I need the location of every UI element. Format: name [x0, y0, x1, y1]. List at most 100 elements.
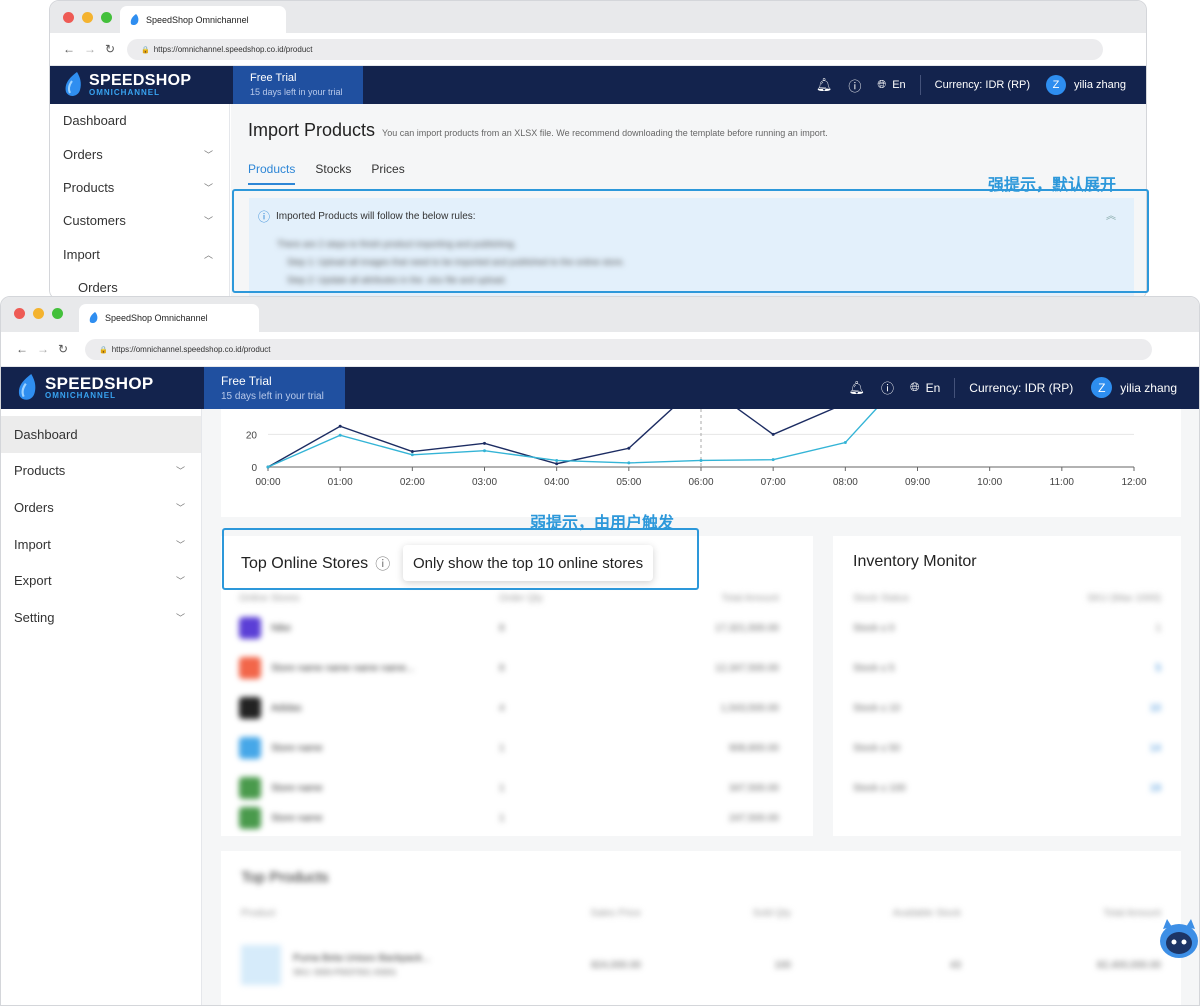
col-order-qty[interactable]: Order Qty: [499, 593, 599, 604]
sku-count[interactable]: 5: [1155, 663, 1161, 674]
col-available-stock[interactable]: Available Stock: [791, 908, 961, 919]
trial-banner[interactable]: Free Trial 15 days left in your trial: [233, 66, 363, 104]
trial-banner[interactable]: Free Trial 15 days left in your trial: [204, 367, 345, 409]
minimize-dot[interactable]: [82, 12, 93, 23]
series-point: [555, 462, 559, 466]
currency-label[interactable]: Currency: IDR (RP): [969, 381, 1073, 395]
chevron-down-icon[interactable]: ﹀: [204, 148, 213, 161]
mascot-helper-icon[interactable]: [1157, 915, 1200, 961]
sku-count[interactable]: 19: [1150, 783, 1161, 794]
bell-icon[interactable]: 🔔︎: [816, 77, 833, 93]
speedshop-logo[interactable]: SPEEDSHOP OMNICHANNEL: [17, 374, 154, 402]
sidebar-item-orders[interactable]: Orders ﹀: [1, 489, 201, 526]
reload-icon[interactable]: ↻: [58, 342, 68, 356]
url-field[interactable]: 🔒 https://omnichannel.speedshop.co.id/pr…: [127, 39, 1103, 60]
bell-icon[interactable]: 🔔︎: [848, 380, 865, 396]
speedshop-logo[interactable]: SPEEDSHOP OMNICHANNEL: [64, 72, 191, 98]
forward-icon[interactable]: →: [84, 42, 96, 56]
sidebar-item-dashboard[interactable]: Dashboard: [50, 104, 229, 137]
col-sold-qty[interactable]: Sold Qty: [641, 908, 791, 919]
col-sales-price[interactable]: Sales Price: [541, 908, 641, 919]
table-row[interactable]: Stock ≤ 10 10: [853, 688, 1161, 728]
close-dot[interactable]: [63, 12, 74, 23]
sidebar-item-customers[interactable]: Customers ﹀: [50, 204, 229, 237]
chevron-down-icon[interactable]: ﹀: [176, 464, 185, 477]
table-row[interactable]: Stock ≤ 0 1: [853, 608, 1161, 648]
user-name[interactable]: yilia zhang: [1074, 79, 1126, 91]
x-tick-label: 09:00: [905, 477, 930, 488]
chevron-up-icon[interactable]: ︿: [204, 248, 213, 261]
reload-icon[interactable]: ↻: [105, 42, 115, 56]
browser-tab[interactable]: SpeedShop Omnichannel: [120, 6, 286, 33]
table-row[interactable]: Store name 1 908,800.00: [239, 728, 799, 768]
forward-icon[interactable]: →: [37, 342, 49, 356]
chevron-down-icon[interactable]: ﹀: [176, 574, 185, 587]
globe-icon[interactable]: 🌐︎: [877, 79, 886, 92]
browser-tab[interactable]: SpeedShop Omnichannel: [79, 304, 259, 332]
table-row[interactable]: Store name 1 247,500.00: [239, 807, 799, 829]
store-logo: [239, 617, 261, 639]
store-name: Nike: [271, 622, 292, 634]
address-bar-row: ← → ↻ 🔒 https://omnichannel.speedshop.co…: [1, 332, 1199, 367]
sku-count[interactable]: 14: [1150, 743, 1161, 754]
minimize-dot[interactable]: [33, 308, 44, 319]
sidebar-item-setting[interactable]: Setting ﹀: [1, 599, 201, 636]
table-row[interactable]: Adidas 4 1,543,500.00: [239, 688, 799, 728]
x-tick-label: 11:00: [1050, 477, 1075, 488]
chevron-down-icon[interactable]: ﹀: [176, 501, 185, 514]
sidebar-item-label: Orders: [78, 280, 118, 296]
product-sku: SKU: 0000-P0037001-X0001: [293, 968, 397, 977]
globe-icon[interactable]: 🌐︎: [910, 380, 920, 395]
tab-products[interactable]: Products: [248, 162, 296, 185]
table-row[interactable]: Nike 8 17,321,500.00: [239, 608, 799, 648]
sidebar-item-dashboard[interactable]: Dashboard: [1, 416, 201, 453]
back-icon[interactable]: ←: [63, 42, 75, 56]
chevron-down-icon[interactable]: ﹀: [204, 181, 213, 194]
language-switch[interactable]: En: [926, 381, 941, 395]
maximize-dot[interactable]: [52, 308, 63, 319]
help-icon[interactable]: ⓘ: [848, 76, 861, 95]
col-online-stores[interactable]: Online Stores: [239, 593, 499, 604]
table-row[interactable]: Stock ≤ 50 14: [853, 728, 1161, 768]
table-row[interactable]: Store name 1 347,500.00: [239, 768, 799, 808]
language-switch[interactable]: En: [892, 79, 905, 91]
help-icon[interactable]: ⓘ: [881, 378, 894, 397]
chevron-down-icon[interactable]: ﹀: [176, 538, 185, 551]
chevron-down-icon[interactable]: ﹀: [204, 214, 213, 227]
sidebar-item-import[interactable]: Import ︿: [50, 238, 229, 271]
store-logo: [239, 737, 261, 759]
maximize-dot[interactable]: [101, 12, 112, 23]
table-row[interactable]: Store name name name name... 8 12,347,500.…: [239, 648, 799, 688]
table-row[interactable]: Puma Beta Unisex Backpack... SKU: 0000-P…: [241, 935, 1161, 995]
series-line-2: [267, 394, 890, 468]
currency-label[interactable]: Currency: IDR (RP): [935, 79, 1030, 91]
app-header: SPEEDSHOP OMNICHANNEL Free Trial 15 days…: [50, 66, 1146, 104]
sidebar-item-export[interactable]: Export ﹀: [1, 562, 201, 599]
tab-stocks[interactable]: Stocks: [315, 162, 351, 185]
tab-prices[interactable]: Prices: [371, 162, 404, 185]
trial-days: 15 days left in your trial: [250, 87, 343, 97]
store-logo: [239, 657, 261, 679]
table-row[interactable]: Stock ≤ 100 19: [853, 768, 1161, 808]
sidebar-item-import[interactable]: Import ﹀: [1, 526, 201, 563]
col-total-amount[interactable]: Total Amount: [961, 908, 1161, 919]
avatar[interactable]: Z: [1046, 75, 1067, 95]
user-name[interactable]: yilia zhang: [1120, 381, 1177, 395]
col-total-amount[interactable]: Total Amount: [599, 593, 779, 604]
table-row[interactable]: Stock ≤ 5 5: [853, 648, 1161, 688]
top-products-card: Top Products Product Sales Price Sold Qt…: [221, 851, 1181, 1005]
store-logo: [239, 777, 261, 799]
back-icon[interactable]: ←: [16, 342, 28, 356]
close-dot[interactable]: [14, 308, 25, 319]
sku-count[interactable]: 10: [1150, 703, 1161, 714]
chevron-down-icon[interactable]: ﹀: [176, 611, 185, 624]
address-bar-row: ← → ↻ 🔒 https://omnichannel.speedshop.co…: [50, 33, 1146, 66]
series-point: [410, 450, 414, 454]
sidebar-item-products[interactable]: Products ﹀: [50, 171, 229, 204]
sku-count[interactable]: 1: [1155, 623, 1161, 634]
sidebar-item-products[interactable]: Products ﹀: [1, 453, 201, 490]
avatar[interactable]: Z: [1091, 377, 1113, 398]
stock-status: Stock ≤ 50: [853, 742, 901, 754]
sidebar-item-orders[interactable]: Orders ﹀: [50, 137, 229, 170]
url-field[interactable]: 🔒 https://omnichannel.speedshop.co.id/pr…: [85, 339, 1152, 360]
